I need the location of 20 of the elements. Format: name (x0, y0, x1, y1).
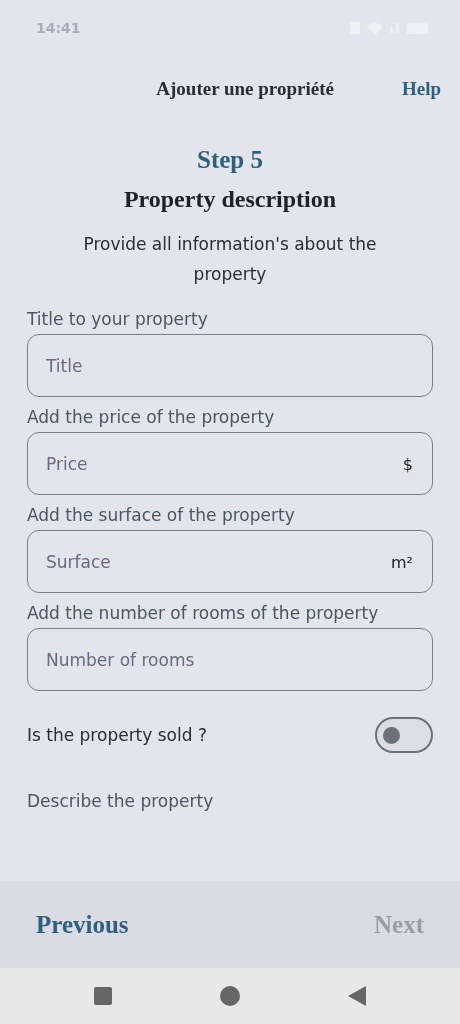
switch-label: Is the property sold ? (27, 725, 207, 745)
sold-switch[interactable] (375, 717, 433, 753)
field-label: Describe the property (27, 791, 215, 811)
previous-button[interactable]: Previous (36, 910, 129, 939)
back-icon[interactable] (348, 986, 366, 1006)
step-title: Property description (123, 186, 337, 213)
help-link[interactable]: Help (401, 78, 441, 100)
input-field[interactable]: Number of rooms (27, 628, 433, 691)
field-label: Add the surface of the property (27, 505, 296, 525)
status-time: 14:41 (36, 20, 81, 36)
input-field[interactable]: Title (27, 334, 433, 397)
step-description: Provide all information's about the property (82, 233, 378, 286)
field-label: Title to your property (27, 309, 209, 329)
home-icon[interactable] (220, 986, 240, 1006)
step-label: Step 5 (197, 146, 263, 174)
unit-suffix: m² (391, 552, 413, 571)
field-label: Add the number of rooms of the property (27, 603, 380, 623)
page-title: Ajouter une propriété (156, 78, 334, 100)
unit-suffix: $ (402, 454, 413, 473)
field-label: Add the price of the property (27, 407, 276, 427)
